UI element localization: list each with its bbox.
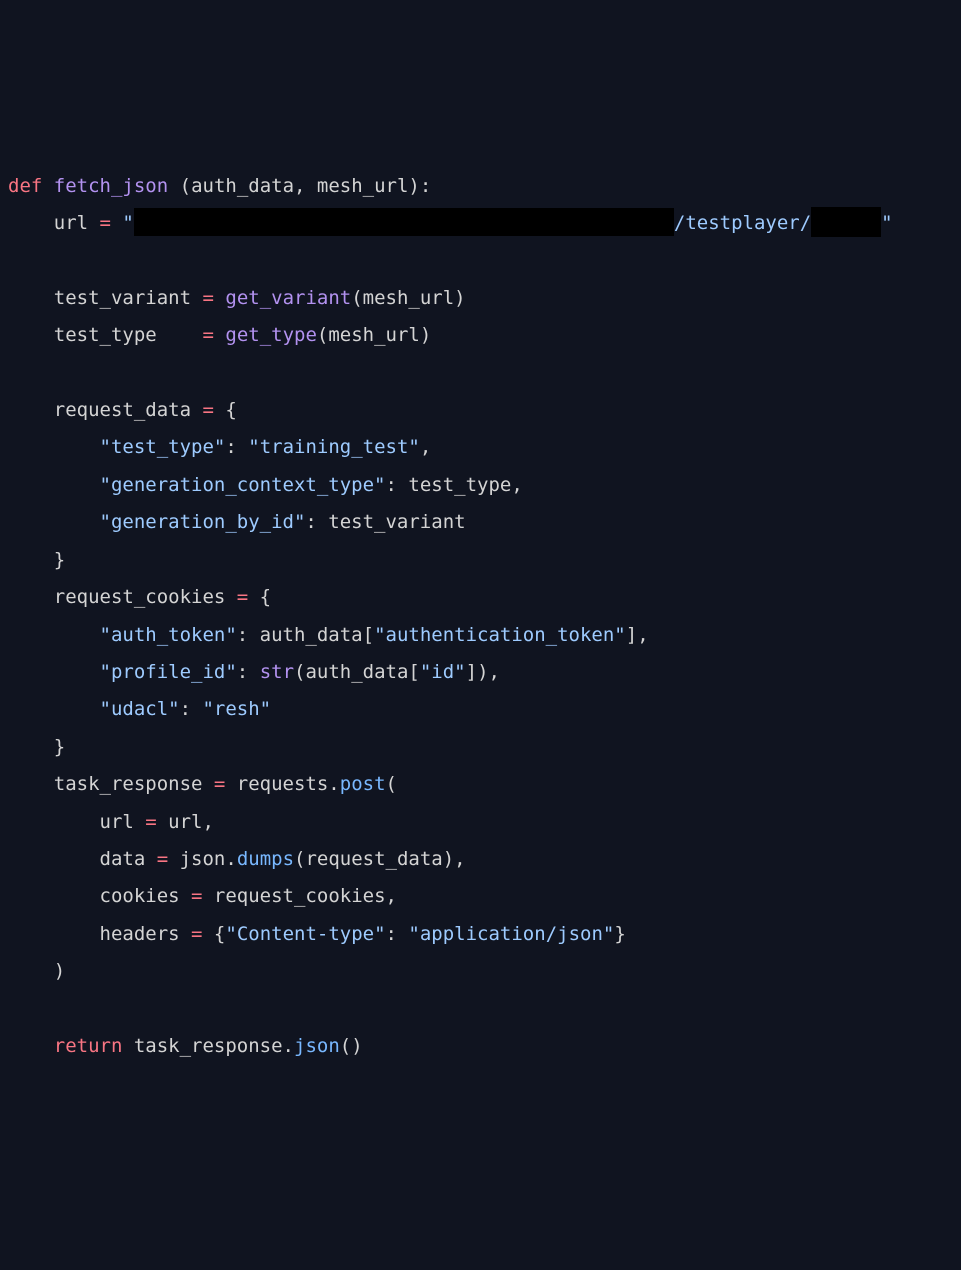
val-application-json: "application/json" (408, 923, 614, 945)
val-test-variant: : test_variant (305, 511, 465, 533)
code-block: def fetch_json (auth_data, mesh_url): ur… (0, 150, 961, 1084)
key-udacl: "udacl" (100, 698, 180, 720)
close: ]), (466, 661, 500, 683)
colon: : (225, 436, 248, 458)
json-method: json (294, 1035, 340, 1057)
redacted-block-2 (811, 207, 881, 237)
eq: = (214, 773, 225, 795)
open: (auth_data[ (294, 661, 420, 683)
eq: = (100, 212, 111, 234)
param-mesh: mesh_url (317, 175, 409, 197)
val-test-type: : test_type, (386, 474, 523, 496)
space (214, 324, 225, 346)
paren-open: ( (386, 773, 397, 795)
task-response-lhs: task_response (8, 773, 214, 795)
func-name: fetch_json (54, 175, 168, 197)
url-mid: /testplayer/ (674, 212, 811, 234)
eq: = (145, 811, 156, 833)
args: (mesh_url) (351, 287, 465, 309)
brace-open: { (248, 586, 271, 608)
auth-data-open: : auth_data[ (237, 624, 374, 646)
eq: = (191, 885, 202, 907)
val-training-test: "training_test" (248, 436, 420, 458)
colon: : (386, 923, 409, 945)
key-id: "id" (420, 661, 466, 683)
test-variant-lhs: test_variant (8, 287, 202, 309)
indent (8, 511, 100, 533)
eq: = (237, 586, 248, 608)
kwarg-data: data (8, 848, 157, 870)
key-authentication-token: "authentication_token" (374, 624, 626, 646)
post-method: post (340, 773, 386, 795)
get-type-call: get_type (225, 324, 317, 346)
args: (mesh_url) (317, 324, 431, 346)
indent (8, 698, 100, 720)
eq: = (202, 324, 213, 346)
brace-open: { (202, 923, 225, 945)
cookies-val: request_cookies, (202, 885, 396, 907)
quote-open: " (122, 212, 133, 234)
eq: = (157, 848, 168, 870)
quote-close: " (881, 212, 892, 234)
json-mod: json. (168, 848, 237, 870)
val-resh: "resh" (202, 698, 271, 720)
close: ], (626, 624, 649, 646)
eq: = (191, 923, 202, 945)
kwarg-headers: headers (8, 923, 191, 945)
kwarg-cookies: cookies (8, 885, 191, 907)
redacted-block-1 (134, 208, 674, 236)
param-auth: auth_data (191, 175, 294, 197)
indent (8, 661, 100, 683)
requests: requests. (225, 773, 339, 795)
brace-close: } (8, 736, 65, 758)
space (214, 287, 225, 309)
kwarg-url: url (8, 811, 145, 833)
indent (8, 474, 100, 496)
dumps-method: dumps (237, 848, 294, 870)
indent (8, 436, 100, 458)
parens: () (340, 1035, 363, 1057)
test-type-lhs: test_type (8, 324, 202, 346)
keyword-def: def (8, 175, 42, 197)
url-val: url, (157, 811, 214, 833)
key-auth-token: "auth_token" (100, 624, 237, 646)
comma: , (294, 175, 317, 197)
params-close: ): (408, 175, 431, 197)
indent (8, 1035, 54, 1057)
colon: : (237, 661, 260, 683)
eq: = (202, 287, 213, 309)
brace-close: } (8, 549, 65, 571)
key-gen-context: "generation_context_type" (100, 474, 386, 496)
key-gen-by-id: "generation_by_id" (100, 511, 306, 533)
url-lhs: url (8, 212, 100, 234)
brace-open: { (214, 399, 237, 421)
space (111, 212, 122, 234)
colon: : (180, 698, 203, 720)
key-test-type: "test_type" (100, 436, 226, 458)
request-data-lhs: request_data (8, 399, 202, 421)
keyword-return: return (54, 1035, 123, 1057)
task-response: task_response. (122, 1035, 294, 1057)
get-variant-call: get_variant (225, 287, 351, 309)
dumps-args: (request_data), (294, 848, 466, 870)
paren-close: ) (8, 960, 65, 982)
str-call: str (260, 661, 294, 683)
request-cookies-lhs: request_cookies (8, 586, 237, 608)
brace-close: } (614, 923, 625, 945)
indent (8, 624, 100, 646)
eq: = (202, 399, 213, 421)
comma: , (420, 436, 431, 458)
params-open: ( (168, 175, 191, 197)
key-profile-id: "profile_id" (100, 661, 237, 683)
key-content-type: "Content-type" (225, 923, 385, 945)
space (42, 175, 53, 197)
